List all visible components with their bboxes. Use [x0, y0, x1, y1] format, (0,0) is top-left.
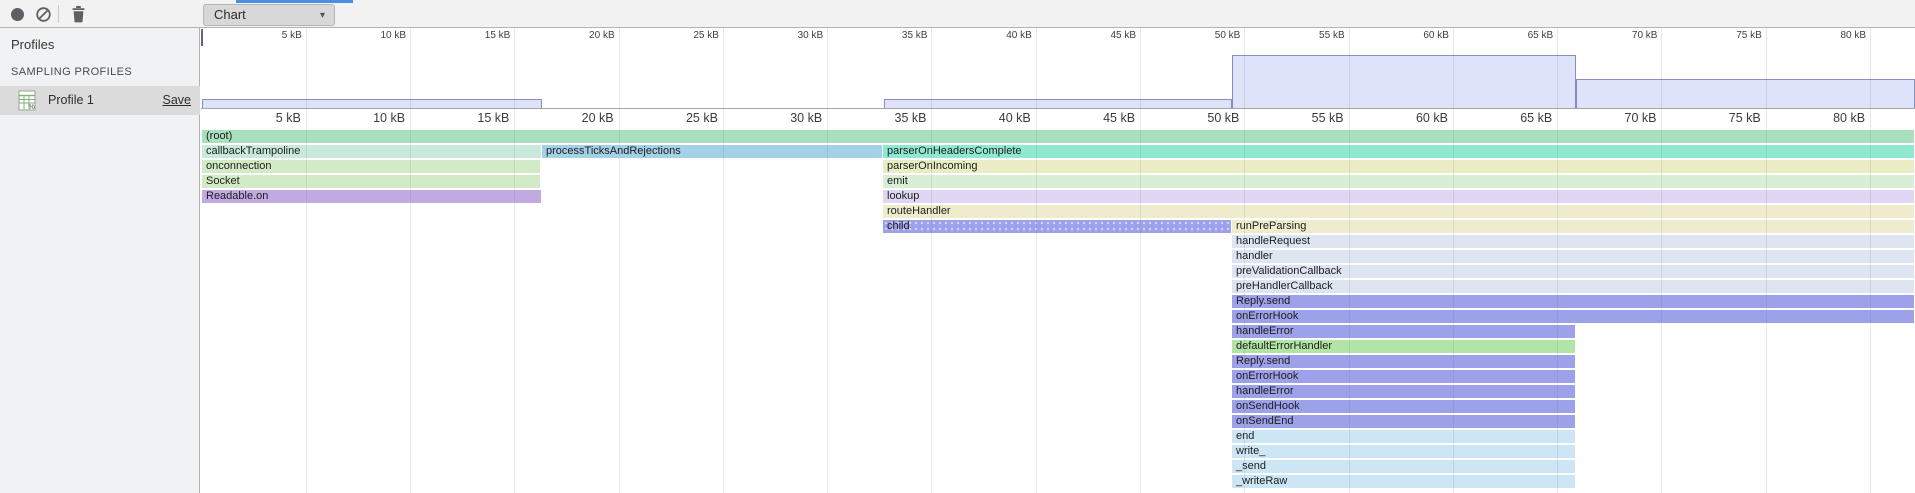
overview-tick-label: 10 kB	[346, 30, 406, 41]
overview-tick-label: 80 kB	[1806, 30, 1866, 41]
ruler-tick-label: 45 kB	[1065, 111, 1135, 125]
size-ruler: 5 kB 10 kB 15 kB 20 kB 25 kB 30 kB 35 kB 40 kB 4…	[201, 108, 1915, 130]
heap-profiler-window: Chart ▾ Profiles SAMPLING PROFILES % Pro…	[0, 0, 1915, 493]
overview-area-step	[1576, 79, 1915, 108]
flame-bar[interactable]: routeHandler	[883, 205, 1914, 218]
sidebar-item-profile-1[interactable]: % Profile 1 Save	[0, 86, 200, 115]
overview-selection-handle[interactable]	[201, 29, 203, 46]
overview-tick-label: 65 kB	[1493, 30, 1553, 41]
flame-bar[interactable]: write_	[1232, 445, 1575, 458]
overview-tick-label: 75 kB	[1702, 30, 1762, 41]
flame-bar[interactable]: parserOnIncoming	[883, 160, 1914, 173]
overview-tick-label: 60 kB	[1389, 30, 1449, 41]
flame-bar[interactable]: callbackTrampoline	[202, 145, 541, 158]
overview-area-step	[1232, 55, 1576, 108]
sidebar-heading: Profiles	[11, 37, 54, 52]
overview-tick-label: 55 kB	[1285, 30, 1345, 41]
active-tab-indicator	[236, 0, 353, 3]
overview-tick-label: 30 kB	[763, 30, 823, 41]
view-mode-value: Chart	[214, 7, 246, 22]
ruler-tick-label: 70 kB	[1586, 111, 1656, 125]
overview-area-step	[202, 99, 542, 108]
overview-tick-label: 50 kB	[1180, 30, 1240, 41]
ruler-tick-label: 10 kB	[335, 111, 405, 125]
svg-text:%: %	[29, 104, 35, 111]
flame-bar[interactable]: onSendHook	[1232, 400, 1575, 413]
overview-tick-label: 35 kB	[867, 30, 927, 41]
toolbar-divider	[58, 5, 59, 23]
overview-tick-label: 20 kB	[555, 30, 615, 41]
flame-bar[interactable]: Readable.on	[202, 190, 541, 203]
chevron-down-icon: ▾	[320, 5, 325, 26]
sampling-profiles-section-label: SAMPLING PROFILES	[11, 66, 132, 78]
flame-bar[interactable]: parserOnHeadersComplete	[883, 145, 1914, 158]
ruler-tick-label: 55 kB	[1274, 111, 1344, 125]
flame-bar[interactable]: onErrorHook	[1232, 370, 1575, 383]
ruler-tick-label: 5 kB	[231, 111, 301, 125]
flame-bar[interactable]: Reply.send	[1232, 355, 1575, 368]
flame-bar[interactable]: Socket	[202, 175, 540, 188]
profile-document-icon: %	[18, 90, 37, 116]
view-mode-select[interactable]: Chart ▾	[203, 4, 335, 26]
ruler-tick-label: 60 kB	[1378, 111, 1448, 125]
flame-bar[interactable]: _send	[1232, 460, 1575, 473]
ruler-tick-label: 65 kB	[1482, 111, 1552, 125]
flame-bar[interactable]: preHandlerCallback	[1232, 280, 1914, 293]
ruler-tick-label: 80 kB	[1795, 111, 1865, 125]
flame-bar[interactable]: onSendEnd	[1232, 415, 1575, 428]
flame-bar[interactable]: _writeRaw	[1232, 475, 1575, 488]
ruler-tick-label: 30 kB	[752, 111, 822, 125]
ruler-tick-label: 25 kB	[648, 111, 718, 125]
ruler-tick-label: 75 kB	[1691, 111, 1761, 125]
allocation-overview[interactable]: 5 kB 10 kB 15 kB 20 kB 25 kB 30 kB 35 kB 40 kB 4…	[201, 28, 1915, 109]
ruler-tick-label: 40 kB	[961, 111, 1031, 125]
flame-bar[interactable]: end	[1232, 430, 1575, 443]
flame-bar[interactable]: (root)	[202, 130, 1914, 143]
overview-tick-label: 5 kB	[242, 30, 302, 41]
flame-bar[interactable]: runPreParsing	[1232, 220, 1914, 233]
flame-bar[interactable]: defaultErrorHandler	[1232, 340, 1575, 353]
flame-bar[interactable]: emit	[883, 175, 1914, 188]
profile-name: Profile 1	[48, 93, 94, 107]
flame-bar[interactable]: onconnection	[202, 160, 540, 173]
overview-tick-label: 45 kB	[1076, 30, 1136, 41]
trash-icon[interactable]	[70, 5, 87, 22]
save-profile-link[interactable]: Save	[163, 93, 192, 107]
overview-tick-label: 25 kB	[659, 30, 719, 41]
profiles-sidebar: Profiles SAMPLING PROFILES % Profile 1 S…	[0, 28, 200, 493]
overview-tick-label: 15 kB	[450, 30, 510, 41]
flame-bar[interactable]: onErrorHook	[1232, 310, 1914, 323]
flame-bar[interactable]: handleRequest	[1232, 235, 1914, 248]
flame-bar[interactable]: preValidationCallback	[1232, 265, 1914, 278]
toolbar: Chart ▾	[0, 0, 1915, 28]
flame-bar[interactable]: handleError	[1232, 325, 1575, 338]
flame-bar[interactable]: Reply.send	[1232, 295, 1914, 308]
record-icon[interactable]	[9, 6, 26, 23]
overview-tick-label: 70 kB	[1597, 30, 1657, 41]
ruler-tick-label: 35 kB	[856, 111, 926, 125]
flame-bar[interactable]: child	[883, 220, 1231, 233]
overview-area-step	[884, 99, 1232, 108]
clear-block-icon[interactable]	[35, 6, 52, 23]
flame-bar[interactable]: handler	[1232, 250, 1914, 263]
ruler-tick-label: 20 kB	[544, 111, 614, 125]
ruler-tick-label: 50 kB	[1169, 111, 1239, 125]
ruler-tick-label: 15 kB	[439, 111, 509, 125]
overview-tick-label: 40 kB	[972, 30, 1032, 41]
flame-bar[interactable]: handleError	[1232, 385, 1575, 398]
flame-bar[interactable]: processTicksAndRejections	[542, 145, 882, 158]
flame-bar[interactable]: lookup	[883, 190, 1914, 203]
